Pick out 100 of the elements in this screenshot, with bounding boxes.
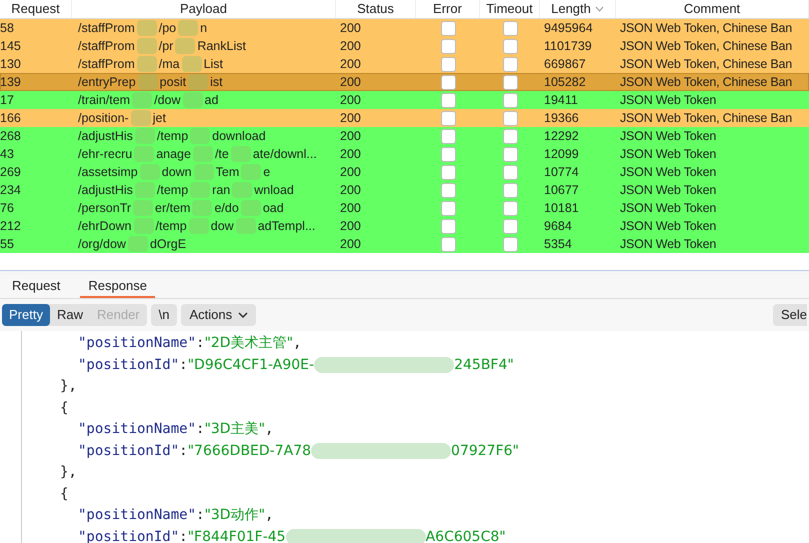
redaction-blur [134,182,155,198]
table-cell: 12099 [544,146,579,161]
json-colon: : [179,528,188,543]
checkbox[interactable] [502,218,518,234]
checkbox[interactable] [502,38,518,54]
redaction-blur [240,200,261,216]
table-cell: 200 [340,236,361,251]
column-header[interactable]: Payload [180,0,227,19]
checkbox[interactable] [502,182,518,198]
table-cell: JSON Web Token [620,218,716,233]
checkbox[interactable] [440,74,456,90]
checkbox[interactable] [502,200,518,216]
table-row[interactable]: 139 /entryPrep posit ist 200 105282 JSON Web Token, Chinese Ban [0,73,809,91]
redaction-blur [178,20,198,36]
column-header[interactable]: Status [357,0,394,19]
table-cell-text: /staffProm [78,38,135,55]
table-row[interactable]: 55 /org/dow dOrgE 200 5354 JSON Web Token [0,235,809,253]
json-string: 07927F6" [451,442,519,460]
column-header[interactable]: Error [433,0,462,19]
table-cell-text: List [204,56,224,73]
checkbox[interactable] [502,128,518,144]
table-cell: 9495964 [544,20,593,35]
table-cell: 12292 [544,128,579,143]
table-cell-text: oad [262,200,284,217]
table-cell: 200 [340,38,361,53]
json-colon: : [179,442,188,460]
table-cell-text: ist [210,74,223,91]
table-cell-text: /po [158,20,176,37]
table-cell: JSON Web Token, Chinese Ban [620,110,792,125]
table-cell: 19411 [544,92,578,107]
checkbox[interactable] [502,146,518,162]
table-row[interactable]: 58 /staffProm /po n 200 9495964 JSON Web Token, Chinese Ban [0,19,809,37]
chevron-down-icon [238,312,248,318]
checkbox[interactable] [502,20,518,36]
checkbox[interactable] [440,128,456,144]
redaction-blur [136,20,157,36]
checkbox[interactable] [440,20,456,36]
table-cell: 200 [340,20,361,35]
table-cell: 17 [0,92,14,107]
table-row[interactable]: 43 /ehr-recru anage /te ate/downl... 200 12099 JSON Web Token [0,145,809,163]
column-header[interactable]: Request [11,0,60,19]
table-row[interactable]: 145 /staffProm /pr RankList 200 1101739 JSON Web Token, Chinese Ban [0,37,809,55]
json-string: 245BF4" [454,356,514,374]
table-cell: 130 [0,56,21,71]
table-cell-text: n [200,20,208,37]
checkbox[interactable] [502,164,518,180]
checkbox[interactable] [440,92,456,108]
table-cell-text: /temp [156,128,188,145]
checkbox[interactable] [440,110,456,126]
json-comma: , [293,334,302,353]
table-cell: JSON Web Token [620,92,716,107]
view-button[interactable]: Raw [50,304,90,326]
redaction-blur [136,38,157,54]
checkbox[interactable] [502,110,518,126]
redaction-blur [190,128,210,144]
column-header[interactable]: Timeout [486,0,533,19]
table-cell-text: e/do [214,200,239,217]
checkbox[interactable] [440,236,456,252]
table-cell: 269 [0,164,21,179]
checkbox[interactable] [440,146,456,162]
newline-button[interactable]: \n [150,304,178,326]
json-brace: }, [60,464,77,480]
checkbox[interactable] [440,56,456,72]
table-cell-text: /staffProm [78,56,135,73]
table-row[interactable]: 269 /assetsimp down Tem e 200 10774 JSON Web Token [0,163,809,181]
select-button[interactable]: Sele [772,304,807,326]
checkbox[interactable] [502,74,518,90]
actions-button[interactable]: Actions [181,304,256,326]
table-cell-text: /org/dow [78,236,126,253]
checkbox[interactable] [502,56,518,72]
table-cell-text: adTempl... [258,218,316,235]
table-cell-text: /train/tem [78,92,130,109]
column-header[interactable]: Comment [684,0,740,19]
redaction-blur [138,74,158,90]
redaction-blur [192,200,212,216]
table-cell: 212 [0,218,21,233]
table-row[interactable]: 212 /ehrDown /temp dow adTempl... 200 9684 JSON Web Token [0,217,809,235]
json-string: "7666DBED-7A78 [188,442,312,460]
json-key: "positionId" [78,354,180,376]
table-cell-text: down [162,164,192,181]
json-key: "positionName" [78,505,196,526]
checkbox[interactable] [440,218,456,234]
checkbox[interactable] [440,38,456,54]
table-row[interactable]: 17 /train/tem /dow ad 200 19411 JSON Web Token [0,91,809,109]
table-row[interactable]: 166 /position- jet 200 19366 JSON Web Token, Chinese Ban [0,109,809,127]
table-row[interactable]: 76 /personTr er/tem e/do oad 200 10181 JSON Web Token [0,199,809,217]
checkbox[interactable] [440,182,456,198]
checkbox[interactable] [502,236,518,252]
view-button[interactable]: Pretty [2,304,50,326]
table-cell: 5354 [544,236,572,251]
checkbox[interactable] [440,164,456,180]
checkbox[interactable] [502,92,518,108]
tab[interactable]: Request [4,276,68,298]
table-row[interactable]: 268 /adjustHis /temp download 200 12292 JSON Web Token [0,127,809,145]
checkbox[interactable] [440,200,456,216]
table-row[interactable]: 234 /adjustHis /temp ran wnload 200 10677 JSON Web Token [0,181,809,199]
table-cell: JSON Web Token, Chinese Ban [620,56,792,71]
table-row[interactable]: 130 /staffProm /ma List 200 669867 JSON Web Token, Chinese Ban [0,55,809,73]
table-cell: 200 [340,218,361,233]
column-header[interactable]: Length [551,0,591,19]
